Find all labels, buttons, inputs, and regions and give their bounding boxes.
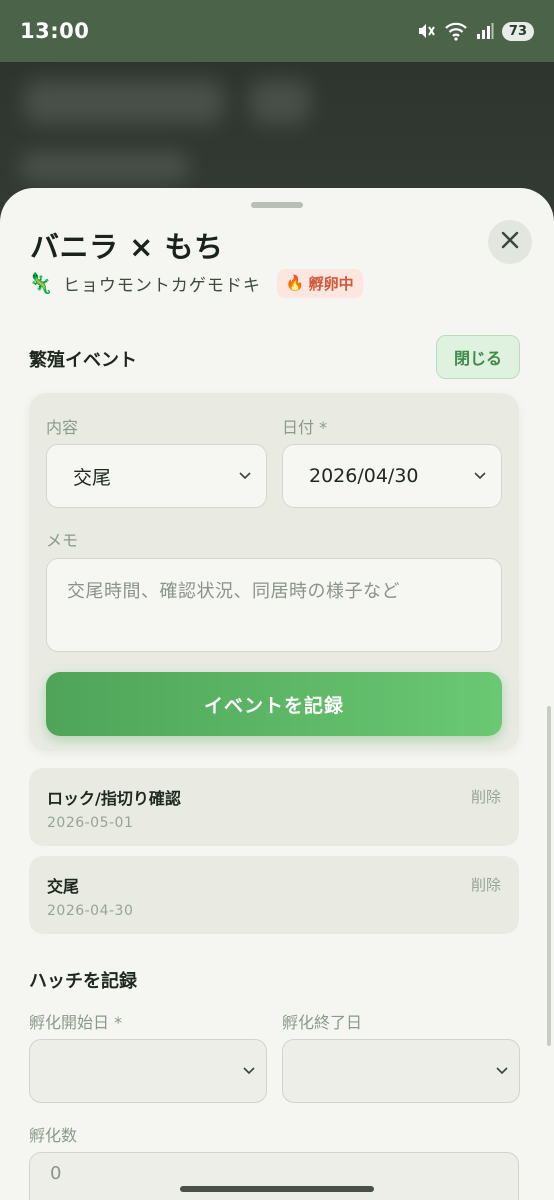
hatch-section-title: ハッチを記録 [29,971,137,992]
hatch-end-label: 孵化終了日 [282,1013,363,1032]
hatch-start-label: 孵化開始日 * [29,1013,123,1032]
hatch-count-input[interactable]: 0 [29,1152,519,1200]
chevron-down-icon [495,1062,509,1081]
hatch-start-date-select[interactable] [29,1039,267,1103]
pair-title: バニラ × もち [30,230,224,264]
breeding-events-title: 繁殖イベント [29,350,137,371]
event-form: 内容 日付 * 交尾 2026/04/30 メモ 交尾時間、確認状況、同居時の様… [29,393,519,751]
drag-handle[interactable] [251,202,303,208]
date-select-value: 2026/04/30 [309,465,419,487]
close-button[interactable] [488,220,532,264]
signal-icon [476,22,494,40]
event-date: 2026-05-01 [47,815,134,831]
content-select-value: 交尾 [73,466,112,489]
hatch-end-date-select[interactable] [282,1039,520,1103]
species-name: ヒョウモントカゲモドキ [62,275,261,296]
event-title: 交尾 [47,877,80,896]
fire-icon: 🔥 [285,274,305,292]
chevron-down-icon [242,1062,256,1081]
date-label: 日付 * [282,418,328,437]
status-bar: 13:00 73 [0,0,554,62]
mute-icon [416,21,436,41]
date-select[interactable]: 2026/04/30 [282,444,502,508]
content-label: 内容 [46,418,79,437]
content-select[interactable]: 交尾 [46,444,267,508]
record-event-button[interactable]: イベントを記録 [46,672,502,736]
status-icons: 73 [416,21,534,41]
event-title: ロック/指切り確認 [47,789,181,808]
scrollbar[interactable] [547,706,551,1046]
wifi-icon [444,21,468,41]
delete-event-button[interactable]: 削除 [471,786,501,807]
collapse-button[interactable]: 閉じる [436,335,520,379]
gecko-icon: 🦎 [28,271,53,295]
memo-input[interactable]: 交尾時間、確認状況、同居時の様子など [46,558,502,652]
chevron-down-icon [473,465,487,487]
species-row: 🦎 ヒョウモントカゲモドキ 🔥 孵卵中 [28,268,363,298]
memo-label: メモ [46,531,79,550]
event-list-item: ロック/指切り確認 2026-05-01 削除 [29,768,519,846]
event-date: 2026-04-30 [47,903,134,919]
gesture-nav-bar[interactable] [180,1186,374,1192]
event-list-item: 交尾 2026-04-30 削除 [29,856,519,934]
chevron-down-icon [238,465,252,487]
hatch-count-label: 孵化数 [29,1126,78,1145]
status-time: 13:00 [20,19,90,43]
battery-indicator: 73 [501,21,534,41]
status-badge-label: 孵卵中 [308,274,354,293]
status-badge: 🔥 孵卵中 [276,268,363,298]
delete-event-button[interactable]: 削除 [471,874,501,895]
close-icon [500,230,520,254]
pair-detail-sheet: バニラ × もち 🦎 ヒョウモントカゲモドキ 🔥 孵卵中 繁殖イベント 閉じる … [0,188,554,1200]
